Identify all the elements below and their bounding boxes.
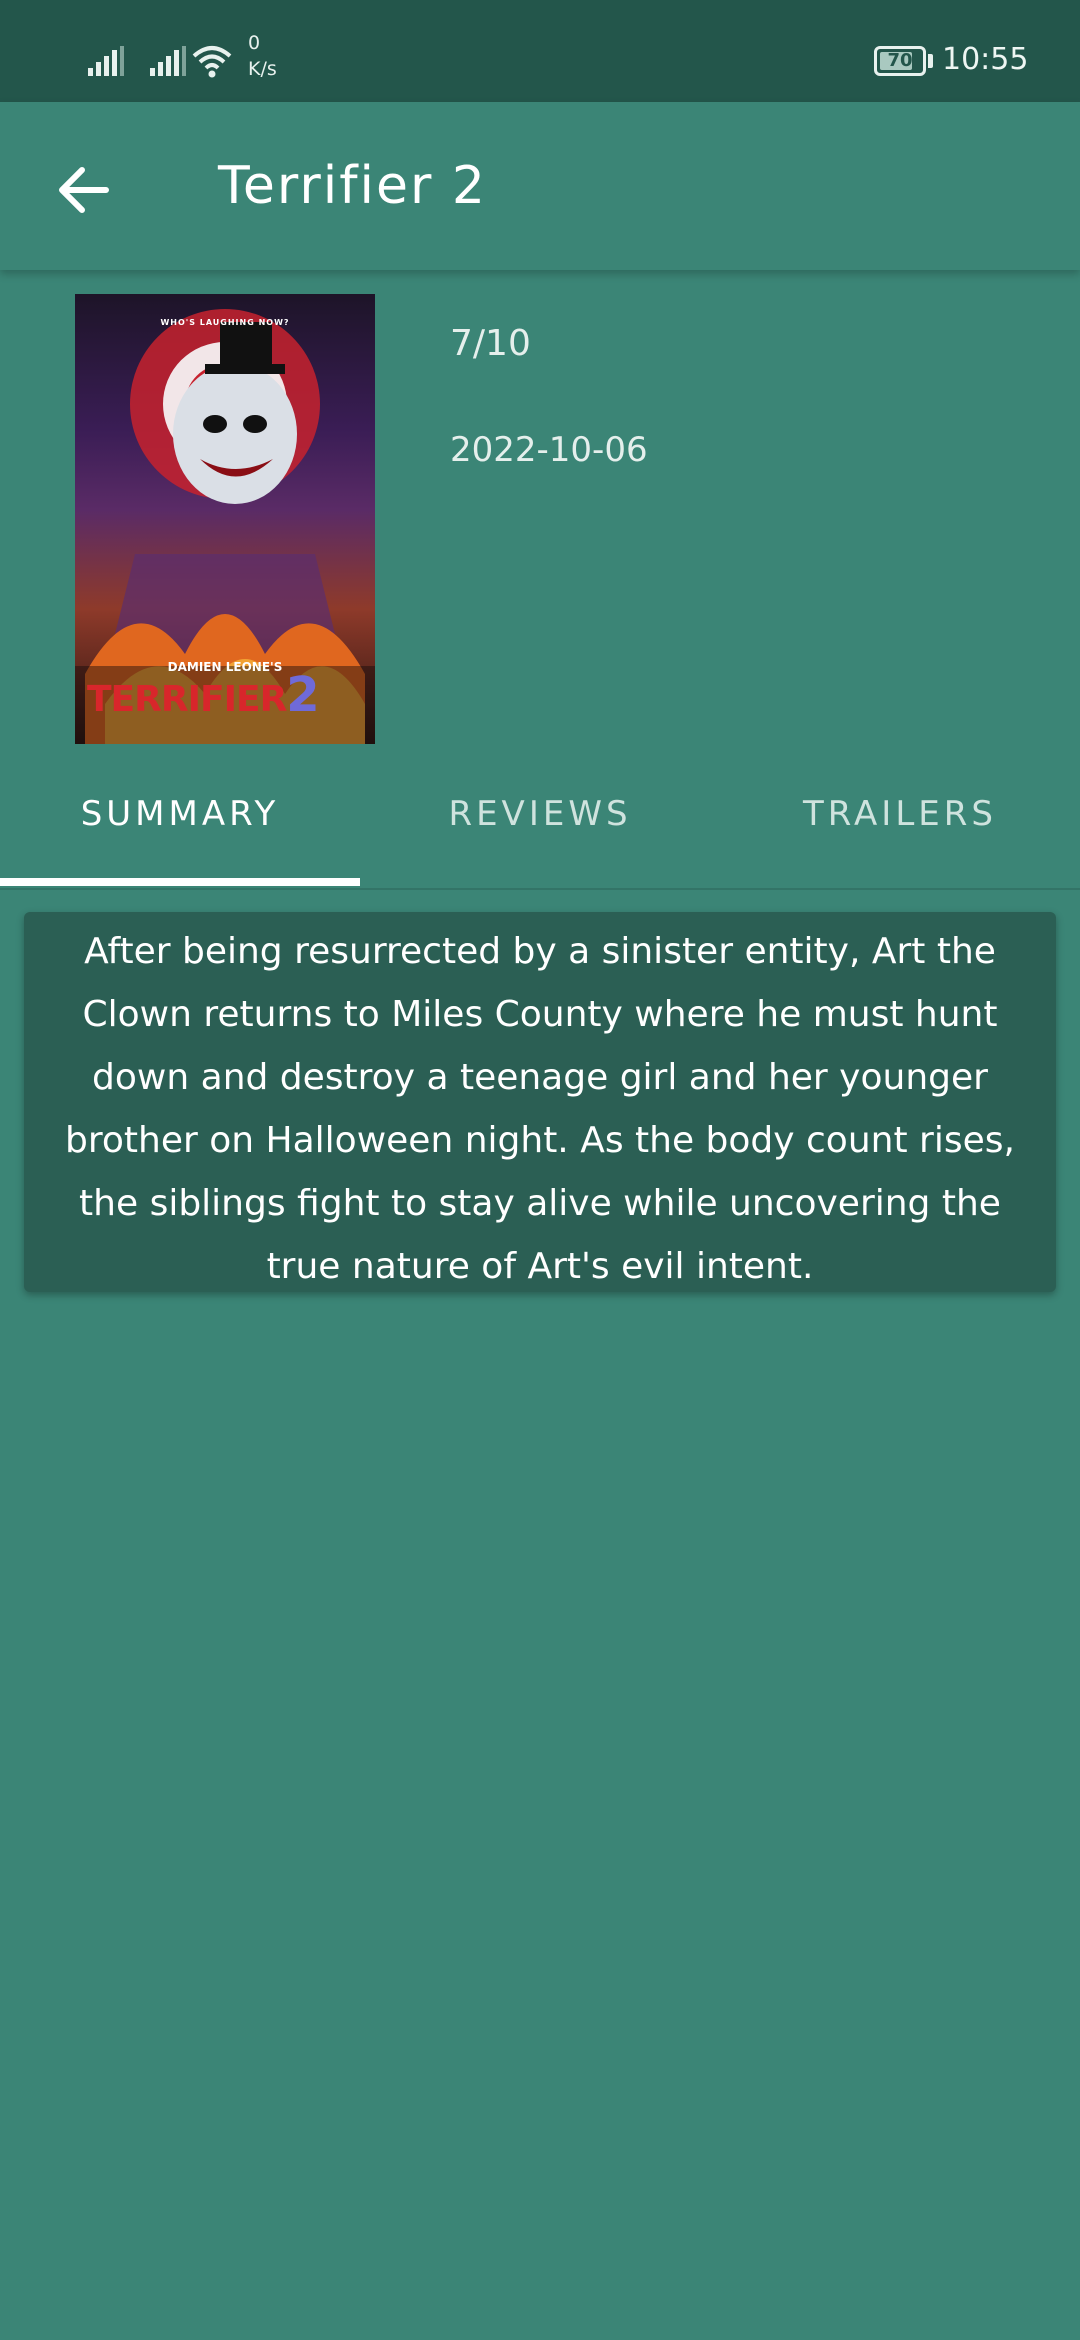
summary-text: After being resurrected by a sinister en… [65, 931, 1015, 1287]
battery-icon: 70 [874, 46, 926, 76]
poster-logo-number: 2 [286, 667, 320, 723]
page-title: Terrifier 2 [218, 156, 487, 216]
signal-icon [88, 46, 124, 76]
tab-summary[interactable]: SUMMARY [0, 762, 360, 890]
network-speed-value: 0 [248, 32, 261, 54]
network-speed: 0 K/s [248, 30, 308, 82]
tab-trailers[interactable]: TRAILERS [720, 762, 1080, 890]
battery-level: 70 [887, 50, 913, 71]
tab-bar: SUMMARY REVIEWS TRAILERS [0, 762, 1080, 890]
back-button[interactable] [52, 158, 116, 222]
release-date: 2022-10-06 [450, 430, 648, 470]
summary-card: After being resurrected by a sinister en… [24, 912, 1056, 1292]
tab-reviews[interactable]: REVIEWS [360, 762, 720, 890]
tab-indicator [0, 878, 360, 886]
divider [0, 888, 1080, 890]
status-bar: 0 K/s 70 10:55 [0, 0, 1080, 102]
movie-poster: WHO'S LAUGHING NOW? DAMIEN LEONE'S TERRI… [75, 294, 375, 744]
poster-logo: TERRIFIER2 [87, 671, 367, 723]
poster-logo-text: TERRIFIER [87, 679, 287, 720]
wifi-icon [192, 46, 232, 78]
network-speed-unit: K/s [248, 58, 277, 80]
arrow-back-icon [59, 167, 109, 213]
movie-rating: 7/10 [450, 323, 531, 364]
clock: 10:55 [942, 42, 1029, 77]
signal-icon-2 [150, 46, 186, 76]
poster-tagline: WHO'S LAUGHING NOW? [160, 318, 290, 327]
app-bar: Terrifier 2 [0, 102, 1080, 270]
